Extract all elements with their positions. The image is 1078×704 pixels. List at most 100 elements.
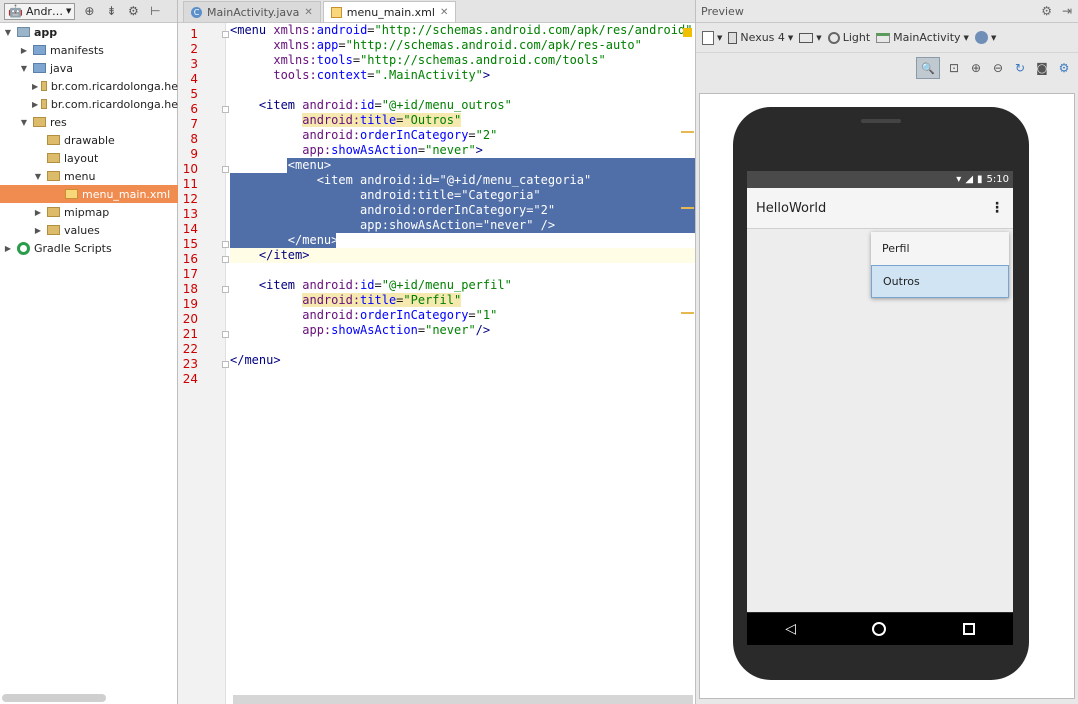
collapse-arrow-icon[interactable]: ▶: [18, 46, 30, 55]
theme-selector[interactable]: Light: [827, 31, 870, 44]
device-icon: [728, 31, 738, 44]
preview-canvas: ▾ ◢ ▮ 5:10 HelloWorld ⋮ Perfil Outros ◁: [699, 93, 1075, 699]
expand-arrow-icon[interactable]: ▼: [18, 64, 30, 73]
tab-label: MainActivity.java: [207, 5, 300, 19]
collapse-arrow-icon[interactable]: ▶: [32, 208, 44, 217]
line-number: 10: [182, 162, 198, 176]
collapse-arrow-icon[interactable]: ▶: [2, 244, 14, 253]
zoom-to-fit-button[interactable]: 🔍: [916, 57, 940, 79]
editor-horizontal-scrollbar[interactable]: [233, 695, 693, 704]
home-icon[interactable]: [872, 622, 887, 636]
fold-marker-icon[interactable]: [222, 256, 229, 263]
preview-title-bar: Preview ⚙ ⇥: [696, 0, 1078, 23]
chevron-down-icon: ▼: [963, 33, 969, 42]
tree-node-values[interactable]: ▶ values: [0, 221, 178, 239]
action-bar: HelloWorld ⋮: [747, 188, 1013, 229]
code-line: </item>: [258, 248, 310, 262]
tree-node-label: br.com.ricardolonga.he: [50, 79, 178, 93]
device-selector[interactable]: Nexus 4 ▼: [728, 31, 793, 44]
project-view-dropdown[interactable]: 🤖 Andr… ▼: [4, 2, 76, 20]
tab-menu-main-xml[interactable]: menu_main.xml ✕: [322, 1, 457, 22]
settings-icon[interactable]: ⚙: [1056, 60, 1072, 76]
locale-selector[interactable]: ▼: [974, 31, 996, 44]
code-line: xmlns:tools="http://schemas.android.com/…: [273, 53, 606, 67]
line-number-gutter: 1 2 3 4 5 6 7 8 9 10 11 12 13 14 15 16 17 18 19 20 21 22 23 24: [178, 23, 229, 704]
gear-icon[interactable]: ⚙: [1041, 4, 1052, 18]
tab-mainactivity-java[interactable]: C MainActivity.java ✕: [183, 1, 321, 22]
tree-node-label: drawable: [64, 133, 115, 147]
overflow-menu-icon[interactable]: ⋮: [990, 200, 1004, 216]
fold-marker-icon[interactable]: [222, 31, 229, 38]
fold-marker-icon[interactable]: [222, 361, 229, 368]
tree-node-java[interactable]: ▼ java: [0, 59, 178, 77]
line-number: 14: [182, 222, 198, 236]
tree-node-gradle-scripts[interactable]: ▶ Gradle Scripts: [0, 239, 178, 257]
tree-node-package[interactable]: ▶ br.com.ricardolonga.he: [0, 95, 178, 113]
expand-arrow-icon[interactable]: ▼: [32, 172, 44, 181]
line-number: 15: [182, 237, 198, 251]
expand-arrow-icon[interactable]: ▼: [2, 28, 14, 37]
close-icon[interactable]: ✕: [440, 7, 448, 18]
menu-item-outros[interactable]: Outros: [871, 265, 1009, 298]
hide-panel-icon[interactable]: ⊢: [147, 3, 163, 19]
warning-marker[interactable]: [681, 312, 694, 314]
gear-icon[interactable]: ⚙: [125, 3, 141, 19]
overflow-popup-menu: Perfil Outros: [871, 232, 1009, 298]
fold-marker-icon[interactable]: [222, 106, 229, 113]
sync-icon[interactable]: ⊕: [81, 3, 97, 19]
tree-node-package[interactable]: ▶ br.com.ricardolonga.he: [0, 77, 178, 95]
project-view-label: Andr…: [25, 4, 63, 18]
tree-node-app[interactable]: ▼ app: [0, 23, 178, 41]
hide-panel-icon[interactable]: ⇥: [1062, 4, 1072, 18]
tree-node-res[interactable]: ▼ res: [0, 113, 178, 131]
warning-marker[interactable]: [681, 207, 694, 209]
code-line: <item android:id="@+id/menu_outros": [258, 98, 512, 112]
zoom-out-icon[interactable]: ⊖: [990, 60, 1006, 76]
fold-marker-icon[interactable]: [222, 286, 229, 293]
layout-type-button[interactable]: ▼: [702, 30, 723, 45]
line-number: 3: [190, 57, 198, 71]
fold-marker-icon[interactable]: [222, 241, 229, 248]
tree-node-label: br.com.ricardolonga.he: [50, 97, 178, 111]
tree-node-mipmap[interactable]: ▶ mipmap: [0, 203, 178, 221]
tree-node-label: values: [64, 223, 100, 237]
actual-size-icon[interactable]: ⊡: [946, 60, 962, 76]
folder-icon: [47, 207, 60, 217]
project-horizontal-scrollbar[interactable]: [2, 694, 106, 702]
expand-arrow-icon[interactable]: ▼: [18, 118, 30, 127]
line-number: 18: [182, 282, 198, 296]
chevron-down-icon: ▼: [787, 33, 794, 42]
recents-icon[interactable]: [962, 623, 975, 635]
warning-marker[interactable]: [681, 131, 694, 133]
code-line: app:showAsAction="never" />: [230, 218, 556, 232]
close-icon[interactable]: ✕: [304, 7, 312, 18]
code-line: </menu>: [230, 353, 281, 367]
activity-label: MainActivity: [893, 31, 961, 44]
refresh-icon[interactable]: ↻: [1012, 60, 1028, 76]
fold-marker-icon[interactable]: [222, 166, 229, 173]
tree-node-menu[interactable]: ▼ menu: [0, 167, 178, 185]
code-area[interactable]: <menu xmlns:android="http://schemas.andr…: [230, 23, 695, 704]
xml-file-icon: [65, 189, 78, 199]
warning-indicator-icon[interactable]: [683, 28, 692, 37]
chevron-down-icon: ▼: [717, 33, 723, 42]
collapse-arrow-icon[interactable]: ▶: [32, 100, 38, 109]
collapse-all-icon[interactable]: ⇟: [103, 3, 119, 19]
fold-marker-icon[interactable]: [222, 331, 229, 338]
code-line: xmlns:app="http://schemas.android.com/ap…: [273, 38, 642, 52]
java-class-icon: C: [191, 6, 202, 18]
tree-node-manifests[interactable]: ▶ manifests: [0, 41, 178, 59]
tree-node-layout[interactable]: layout: [0, 149, 178, 167]
activity-selector[interactable]: MainActivity ▼: [876, 31, 969, 44]
orientation-button[interactable]: ▼: [799, 32, 822, 43]
tree-node-menu-main-xml[interactable]: menu_main.xml: [0, 185, 178, 203]
collapse-arrow-icon[interactable]: ▶: [32, 82, 38, 91]
back-icon[interactable]: ◁: [785, 621, 796, 637]
tree-node-drawable[interactable]: drawable: [0, 131, 178, 149]
screenshot-icon[interactable]: ◙: [1034, 60, 1050, 76]
menu-item-perfil[interactable]: Perfil: [871, 232, 1009, 265]
line-number: 21: [182, 327, 198, 341]
zoom-in-icon[interactable]: ⊕: [968, 60, 984, 76]
collapse-arrow-icon[interactable]: ▶: [32, 226, 44, 235]
